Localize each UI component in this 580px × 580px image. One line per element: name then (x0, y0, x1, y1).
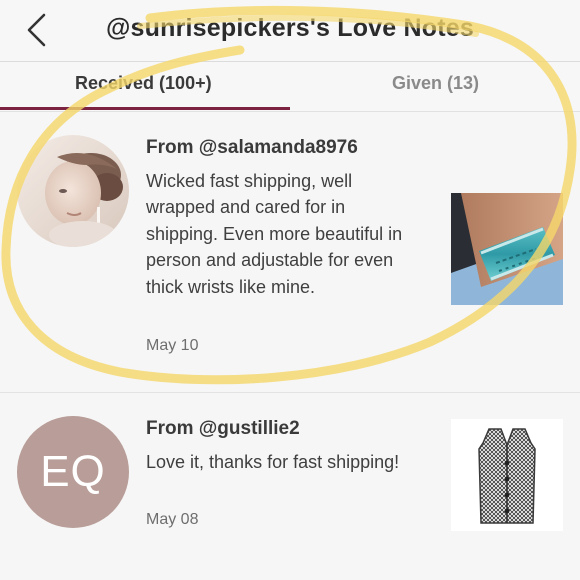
listing-thumbnail[interactable] (451, 419, 563, 531)
page-title: @sunrisepickers's Love Notes (105, 14, 474, 42)
note-date: May 08 (146, 511, 199, 528)
avatar[interactable]: EQ (17, 416, 129, 528)
vest-image (451, 419, 563, 531)
note-message: Wicked fast shipping, well wrapped and c… (146, 171, 403, 297)
tab-bar: Received (100+) Given (13) (0, 62, 580, 112)
tab-received[interactable]: Received (100+) (75, 73, 212, 94)
note-message: Love it, thanks for fast shipping! (146, 452, 400, 472)
listing-thumbnail[interactable] (451, 193, 563, 305)
love-note-item[interactable]: From @salamanda8976 Wicked fast shipping… (0, 113, 580, 393)
tab-given[interactable]: Given (13) (392, 73, 479, 94)
top-bar: @sunrisepickers's Love Notes (0, 0, 580, 62)
avatar[interactable] (17, 135, 129, 247)
love-note-item[interactable]: EQ From @gustillie2 Love it, thanks for … (0, 394, 580, 580)
avatar-photo (17, 135, 129, 247)
note-sender[interactable]: From @salamanda8976 (146, 137, 358, 159)
avatar-initials: EQ (40, 447, 106, 496)
bracelet-image (451, 193, 563, 305)
active-tab-indicator (0, 107, 290, 110)
note-date: May 10 (146, 337, 199, 354)
note-sender[interactable]: From @gustillie2 (146, 418, 300, 440)
